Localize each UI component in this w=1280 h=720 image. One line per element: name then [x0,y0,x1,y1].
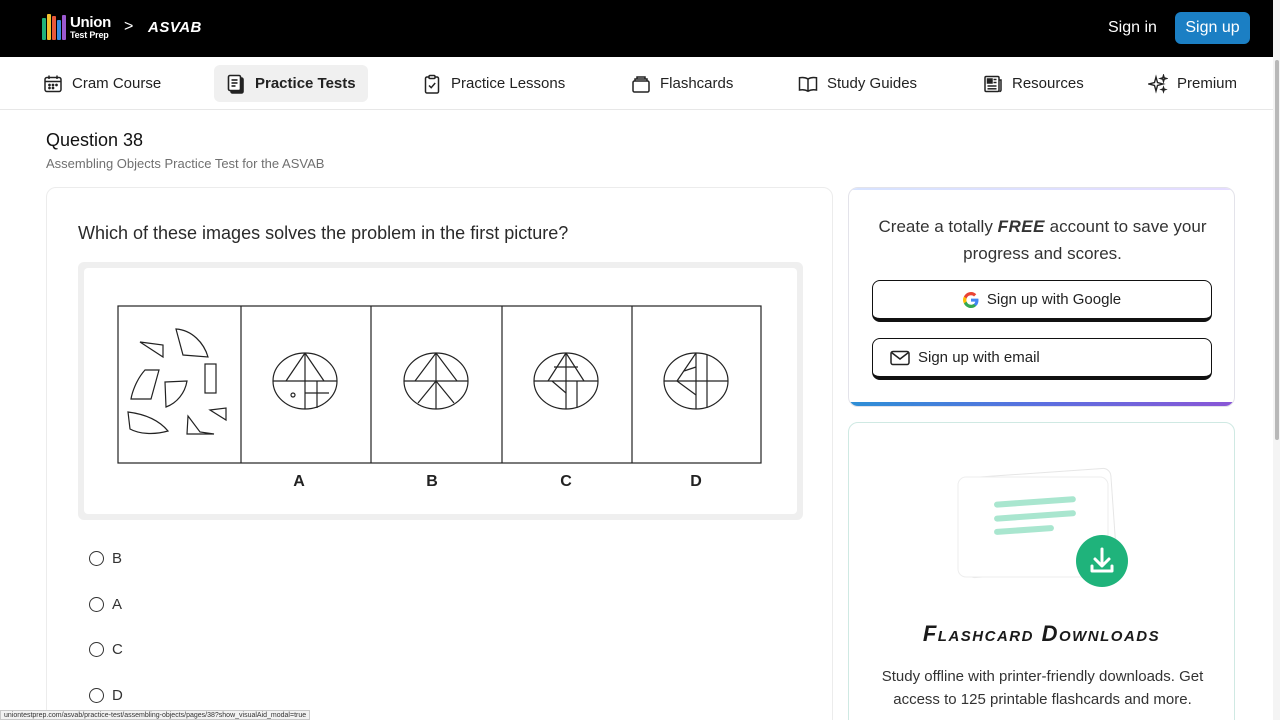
logo-line1: Union [70,13,111,31]
signup-cta-text: Create a totally FREE account to save yo… [878,217,1207,263]
sign-up-google-label: Sign up with Google [986,291,1122,308]
flashcard-downloads-title: Flashcard Downloads [922,621,1161,646]
sparkles-icon [1148,73,1168,94]
nav-label: Study Guides [827,75,918,92]
google-icon [962,291,979,308]
radio-button[interactable] [89,642,104,657]
calendar-icon [44,75,62,92]
question-card: Which of these images solves the problem… [46,187,833,720]
nav-label: Practice Tests [255,75,356,92]
figure-label-c: C [560,473,572,490]
nav-resources[interactable]: Resources [971,65,1096,102]
nav-label: Cram Course [72,75,162,92]
answer-option-label: C [112,641,123,658]
flashcard-downloads-description: Study offline with printer-friendly down… [881,668,1204,708]
nav-cram-course[interactable]: Cram Course [31,65,173,102]
nav-label: Flashcards [660,75,734,92]
newspaper-icon [984,75,1002,92]
books-logo-icon [42,14,66,40]
clipboard-pages-icon [227,74,244,94]
envelope-icon [890,350,910,365]
radio-button[interactable] [89,597,104,612]
sign-up-email-label: Sign up with email [918,349,1040,366]
figure-label-a: A [293,473,305,490]
nav-label: Practice Lessons [451,75,566,92]
question-title: Question 38 [46,130,144,150]
breadcrumb-separator: > [124,18,134,35]
nav-study-guides[interactable]: Study Guides [786,65,929,102]
figure-label-b: B [426,473,438,490]
flashcard-downloads-card: Flashcard Downloads Study offline with p… [848,422,1235,720]
answer-option[interactable]: D [89,687,123,704]
breadcrumb-asvab[interactable]: ASVAB [148,19,202,36]
answer-option[interactable]: A [89,596,122,613]
nav-practice-lessons[interactable]: Practice Lessons [410,65,577,102]
figure-label-d: D [690,473,702,490]
status-bar-url: uniontestprep.com/asvab/practice-test/as… [0,710,311,720]
radio-button[interactable] [89,688,104,703]
nav-label: Premium [1177,75,1238,92]
question-figure[interactable]: A B C D [78,262,803,520]
answer-option-label: A [112,596,123,613]
scrollbar-thumb[interactable] [1275,60,1279,440]
union-test-prep-logo[interactable]: Union Test Prep [42,14,111,40]
flashcard-download-illustration [957,467,1128,587]
nav-practice-tests[interactable]: Practice Tests [214,65,368,102]
main-nav: Cram Course Practice Tests Practice Less… [0,57,1273,110]
nav-label: Resources [1012,75,1084,92]
top-bar: Union Test Prep > ASVAB Sign in Sign up [0,0,1280,57]
answer-option[interactable]: C [89,641,123,658]
sign-in-link[interactable]: Sign in [1108,19,1157,37]
open-book-icon [798,76,818,92]
free-emphasis: FREE [997,217,1045,236]
radio-button[interactable] [89,551,104,566]
answer-option[interactable]: B [89,550,122,567]
sign-up-google-button[interactable]: Sign up with Google [872,280,1212,322]
sign-up-button[interactable]: Sign up [1175,12,1250,44]
answer-option-label: D [112,687,123,704]
logo-line2: Test Prep [70,29,109,40]
sign-up-email-button[interactable]: Sign up with email [872,338,1212,380]
answer-option-label: B [112,550,123,567]
nav-flashcards[interactable]: Flashcards [619,65,745,102]
question-subtitle: Assembling Objects Practice Test for the… [46,156,325,171]
card-stack-icon [632,75,650,93]
signup-card: Create a totally FREE account to save yo… [848,187,1235,407]
question-prompt: Which of these images solves the problem… [78,223,569,243]
nav-premium[interactable]: Premium [1136,65,1249,102]
clipboard-check-icon [424,74,440,94]
assembling-objects-figure: A B C D [117,305,762,490]
